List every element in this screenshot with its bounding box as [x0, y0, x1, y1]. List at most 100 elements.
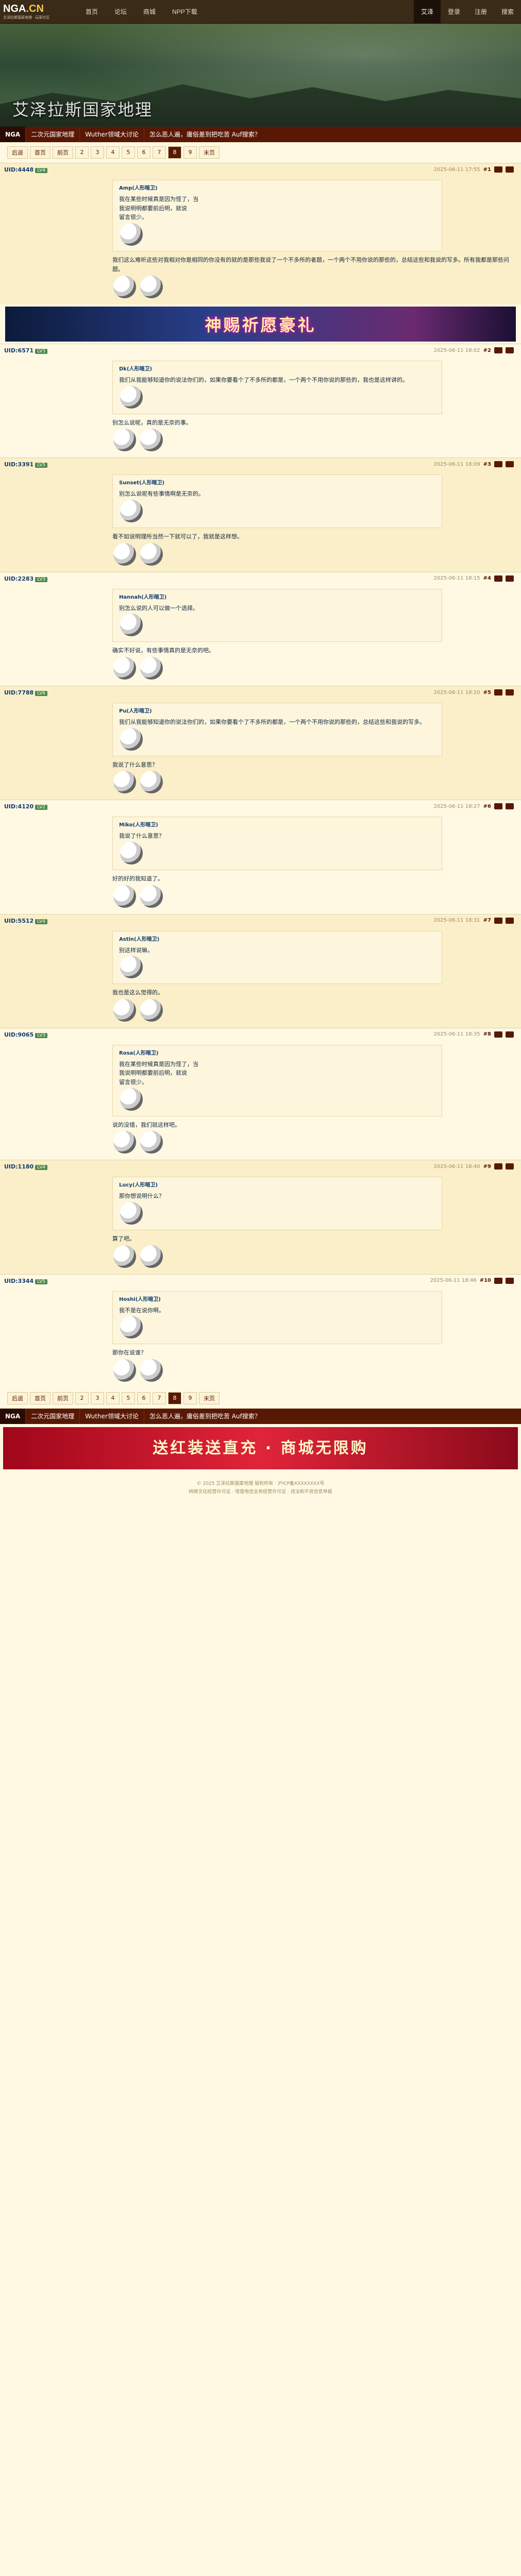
pager-prev-button[interactable]: 前页 [53, 146, 73, 159]
floor-number[interactable]: #9 [483, 1164, 491, 1170]
author-uid[interactable]: UID:6571 [4, 347, 33, 354]
pager-page[interactable]: 5 [122, 1392, 135, 1404]
reply-icon[interactable] [494, 1277, 502, 1284]
pager-page[interactable]: 3 [91, 146, 104, 159]
pager-page[interactable]: 9 [183, 146, 197, 159]
breadcrumb-item[interactable]: Wuther领域大讨论 [79, 127, 144, 142]
floor-number[interactable]: #5 [483, 690, 491, 696]
bottom-ad-banner[interactable]: 送红装送直充 · 商城无限购 [3, 1427, 518, 1469]
pager-page[interactable]: 4 [106, 1392, 120, 1404]
pager-page[interactable]: 5 [122, 146, 135, 159]
quote-author[interactable]: Sunset(人形暗卫) [119, 480, 164, 486]
quote-author[interactable]: Miko(人形暗卫) [119, 822, 158, 828]
pager-back-button[interactable]: 后退 [7, 146, 28, 159]
pager-last-button[interactable]: 末页 [199, 146, 220, 159]
more-icon[interactable] [506, 1163, 514, 1170]
author-uid[interactable]: UID:4448 [4, 166, 33, 173]
more-icon[interactable] [506, 1277, 514, 1284]
author-uid[interactable]: UID:3391 [4, 461, 33, 468]
reply-icon[interactable] [494, 803, 502, 810]
pager-page-current[interactable]: 8 [168, 146, 181, 159]
pager-page[interactable]: 7 [153, 146, 166, 159]
floor-number[interactable]: #1 [483, 167, 491, 173]
pager-page[interactable]: 6 [137, 146, 150, 159]
quote-author[interactable]: Amp(人形暗卫) [119, 185, 157, 191]
menu-register[interactable]: 注册 [467, 0, 494, 24]
reply-icon[interactable] [494, 917, 502, 924]
footer: © 2025 艾泽拉斯国家地理 版权所有 · 沪ICP备XXXXXXXX号 网络… [0, 1472, 521, 1503]
more-icon[interactable] [506, 575, 514, 582]
pager-back-button[interactable]: 后退 [7, 1392, 28, 1404]
reply-icon[interactable] [494, 461, 502, 468]
nav-home[interactable]: 首页 [77, 0, 106, 24]
pager-page[interactable]: 6 [137, 1392, 150, 1404]
reply-icon[interactable] [494, 1163, 502, 1170]
pager-page[interactable]: 9 [183, 1392, 197, 1404]
breadcrumb-item[interactable]: 二次元国家地理 [25, 127, 79, 142]
floor-number[interactable]: #6 [483, 804, 491, 809]
more-icon[interactable] [506, 803, 514, 810]
nav-shop[interactable]: 商城 [135, 0, 164, 24]
more-icon[interactable] [506, 347, 514, 354]
nav-forum[interactable]: 论坛 [106, 0, 135, 24]
author-uid[interactable]: UID:3344 [4, 1278, 33, 1284]
breadcrumb-item[interactable]: Wuther领域大讨论 [79, 1408, 144, 1424]
reply-icon[interactable] [494, 689, 502, 696]
author-uid[interactable]: UID:2283 [4, 575, 33, 582]
more-icon[interactable] [506, 689, 514, 696]
emoji-sticker-icon [120, 1316, 143, 1339]
pager-page-current[interactable]: 8 [168, 1392, 181, 1404]
nav-app-download[interactable]: NPP下载 [164, 0, 206, 24]
breadcrumb-item[interactable]: 二次元国家地理 [25, 1408, 79, 1424]
author-uid[interactable]: UID:1180 [4, 1163, 33, 1170]
pager-prev-button[interactable]: 前页 [53, 1392, 73, 1404]
more-icon[interactable] [506, 461, 514, 468]
inline-ad-banner[interactable]: 神赐祈愿豪礼 [5, 307, 516, 342]
quote-author[interactable]: Astin(人形暗卫) [119, 937, 159, 942]
reply-icon[interactable] [494, 166, 502, 173]
pager-first-button[interactable]: 首页 [30, 1392, 51, 1404]
quote-block: Astin(人形暗卫) 别这样说嘛。 [112, 930, 442, 985]
site-logo[interactable]: NGA.CN 艾泽拉斯国家地理 · 玩家社区 [0, 0, 77, 24]
reply-icon[interactable] [494, 575, 502, 582]
emoji-sticker-icon [140, 429, 163, 452]
pager-first-button[interactable]: 首页 [30, 146, 51, 159]
quote-author[interactable]: Rosa(人形暗卫) [119, 1050, 158, 1056]
more-icon[interactable] [506, 917, 514, 924]
breadcrumb-home[interactable]: NGA [0, 1408, 26, 1424]
author-uid[interactable]: UID:9065 [4, 1031, 33, 1038]
menu-user[interactable]: 艾泽 [413, 0, 441, 24]
pager-page[interactable]: 7 [153, 1392, 166, 1404]
menu-search[interactable]: 搜索 [494, 0, 521, 24]
quote-author[interactable]: Lucy(人形暗卫) [119, 1182, 158, 1188]
pager-page[interactable]: 2 [75, 146, 89, 159]
quote-author[interactable]: Dk(人形暗卫) [119, 366, 152, 372]
more-icon[interactable] [506, 1031, 514, 1038]
breadcrumb-home[interactable]: NGA [0, 127, 26, 142]
floor-number[interactable]: #7 [483, 918, 491, 923]
floor-number[interactable]: #4 [483, 575, 491, 581]
quote-author[interactable]: Hoshi(人形暗卫) [119, 1297, 161, 1302]
pager-last-button[interactable]: 末页 [199, 1392, 220, 1404]
floor-number[interactable]: #3 [483, 462, 491, 467]
breadcrumb-item[interactable]: 怎么恶人遍，庸俗差到把吃苦 Auf搜索？ [143, 127, 266, 142]
menu-login[interactable]: 登录 [441, 0, 467, 24]
author-uid[interactable]: UID:4120 [4, 803, 33, 810]
quote-header: Hannah(人形暗卫) [119, 594, 435, 602]
floor-number[interactable]: #2 [483, 348, 491, 353]
author-uid[interactable]: UID:7788 [4, 689, 33, 696]
floor-number[interactable]: #10 [480, 1278, 491, 1283]
quote-author[interactable]: Hannah(人形暗卫) [119, 595, 166, 600]
more-icon[interactable] [506, 166, 514, 173]
pager-page[interactable]: 3 [91, 1392, 104, 1404]
breadcrumb-item[interactable]: 怎么恶人遍，庸俗差到把吃苦 Auf搜索？ [143, 1408, 266, 1424]
pager-page[interactable]: 2 [75, 1392, 89, 1404]
pager-page[interactable]: 4 [106, 146, 120, 159]
post-time: 2025-06-11 18:20 [433, 689, 480, 696]
floor-number[interactable]: #8 [483, 1031, 491, 1037]
quote-block: Hannah(人形暗卫) 别怎么说的人可以做一个选择。 [112, 588, 442, 642]
reply-icon[interactable] [494, 1031, 502, 1038]
author-uid[interactable]: UID:5512 [4, 918, 33, 924]
quote-author[interactable]: Pu(人形暗卫) [119, 708, 152, 714]
reply-icon[interactable] [494, 347, 502, 354]
